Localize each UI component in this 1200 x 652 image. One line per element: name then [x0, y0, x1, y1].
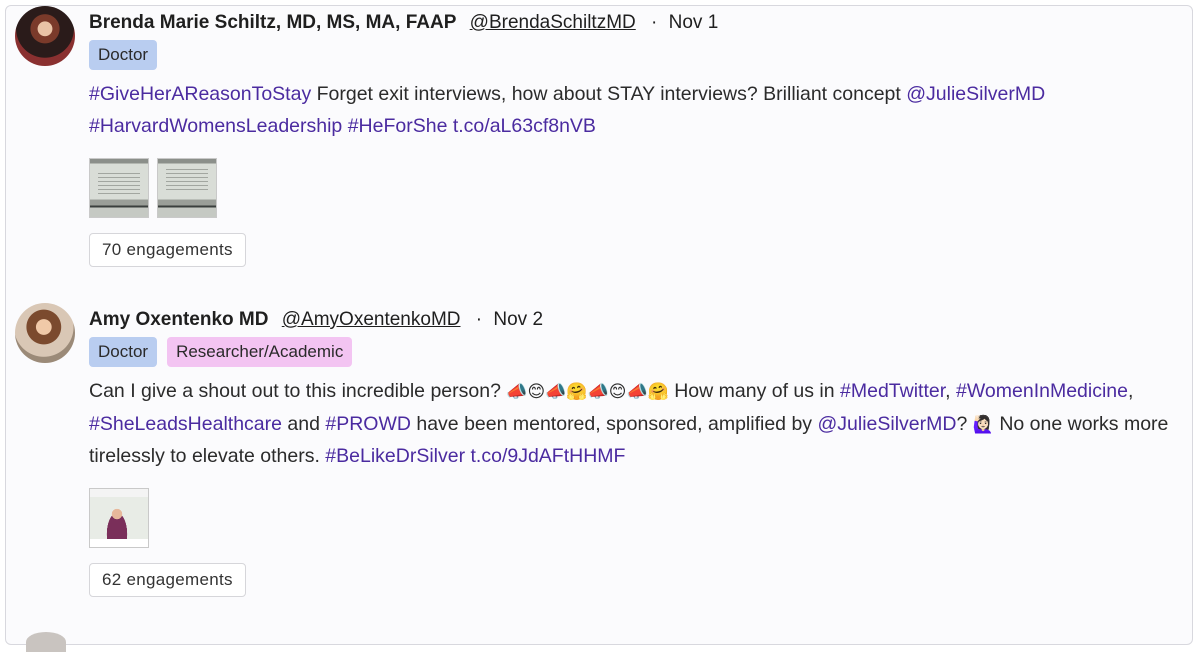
url-link[interactable]: t.co/aL63cf8nVB [453, 115, 596, 137]
url-link[interactable]: t.co/9JdAFtHHMF [471, 445, 626, 467]
post-date[interactable]: Nov 2 [493, 309, 543, 330]
text-segment: How many of us in [668, 380, 841, 402]
text-segment: and [281, 412, 326, 435]
video-thumbnail[interactable] [89, 488, 149, 548]
text-segment: Can I give a shout out to this incredibl… [89, 380, 507, 402]
feed-panel: Brenda Marie Schiltz, MD, MS, MA, FAAP @… [5, 5, 1193, 652]
author-handle[interactable]: @BrendaSchiltzMD [470, 12, 636, 33]
post-text: #GiveHerAReasonToStay Forget exit interv… [89, 79, 1169, 142]
tag-list: Doctor [89, 40, 158, 70]
tag-doctor: Doctor [89, 40, 158, 70]
hashtag-link[interactable]: #SheLeadsHealthcare [89, 413, 282, 435]
hashtag-link[interactable]: #HeForShe [348, 115, 448, 137]
post-text: Can I give a shout out to this incredibl… [89, 376, 1169, 473]
hashtag-link[interactable]: #WomenInMedicine [956, 380, 1128, 402]
post-header: Brenda Marie Schiltz, MD, MS, MA, FAAP @… [89, 11, 718, 35]
text-segment: Forget exit interviews, how about STAY i… [311, 83, 907, 105]
avatar[interactable] [15, 6, 75, 66]
mention-link[interactable]: @JulieSilverMD [817, 413, 956, 435]
hashtag-link[interactable]: #BeLikeDrSilver [325, 445, 465, 467]
hashtag-link[interactable]: #HarvardWomensLeadership [89, 115, 342, 137]
separator-dot: · [475, 309, 483, 330]
avatar[interactable] [26, 632, 66, 652]
separator-dot: · [651, 12, 658, 33]
author-handle[interactable]: @AmyOxentenkoMD [282, 309, 461, 330]
hashtag-link[interactable]: #GiveHerAReasonToStay [89, 83, 311, 105]
text-segment: , [945, 380, 957, 402]
tag-doctor: Doctor [89, 337, 158, 367]
text-segment: have been mentored, sponsored, amplified… [410, 412, 818, 435]
post-date[interactable]: Nov 1 [669, 12, 719, 33]
media-thumbnail[interactable] [89, 158, 149, 218]
hashtag-link[interactable]: #MedTwitter [840, 380, 945, 402]
avatar[interactable] [15, 303, 75, 363]
tag-list: Doctor Researcher/Academic [89, 337, 353, 367]
media-thumbnails [89, 488, 149, 548]
emoji-icon: 📣😊📣🤗📣😊📣🤗 [506, 382, 669, 402]
author-name[interactable]: Amy Oxentenko MD [89, 309, 268, 330]
author-name[interactable]: Brenda Marie Schiltz, MD, MS, MA, FAAP [89, 12, 456, 33]
media-thumbnails [89, 158, 217, 218]
engagements-badge[interactable]: 70 engagements [89, 233, 246, 267]
text-segment: ? [956, 412, 973, 435]
text-segment: , [1128, 380, 1134, 402]
tag-researcher-academic: Researcher/Academic [167, 337, 353, 367]
hashtag-link[interactable]: #PROWD [325, 413, 411, 435]
media-thumbnail[interactable] [157, 158, 217, 218]
emoji-icon: 🙋🏻‍♀️ [972, 414, 994, 435]
post-header: Amy Oxentenko MD @AmyOxentenkoMD · Nov 2 [89, 308, 543, 332]
engagements-badge[interactable]: 62 engagements [89, 563, 246, 597]
mention-link[interactable]: @JulieSilverMD [906, 83, 1045, 105]
